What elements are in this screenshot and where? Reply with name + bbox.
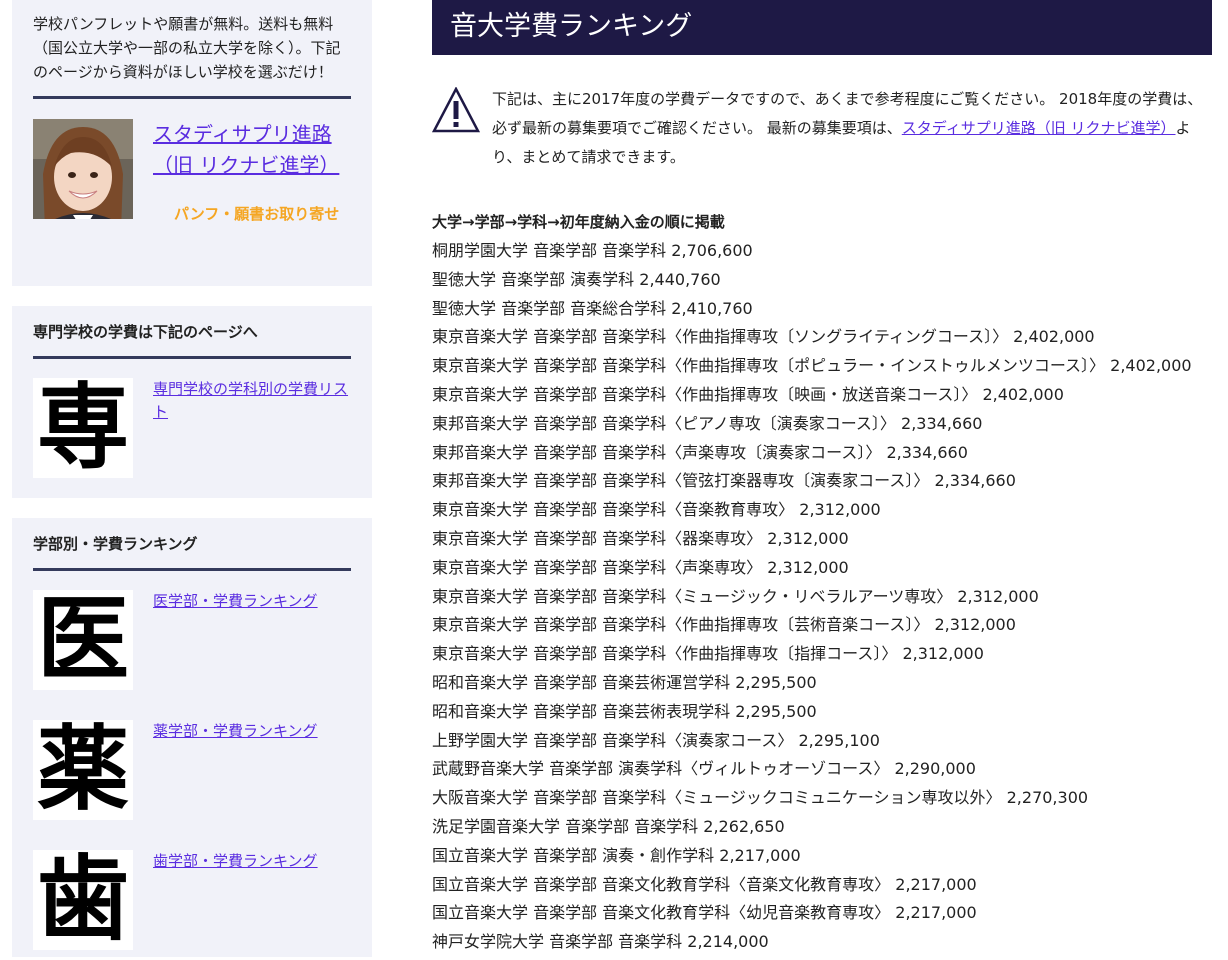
pharmacy-kanji-icon: 薬 [36, 720, 129, 820]
medical-ranking-link[interactable]: 医学部・学費ランキング [153, 590, 351, 613]
list-item: 昭和音楽大学 音楽学部 音楽芸術運営学科 2,295,500 [432, 672, 817, 692]
list-item: 東京音楽大学 音楽学部 音楽学科〈作曲指揮専攻〔指揮コース〕〉 2,312,00… [432, 644, 984, 664]
dental-icon[interactable]: 歯 [33, 850, 133, 950]
list-item: 東京音楽大学 音楽学部 音楽学科〈作曲指揮専攻〔芸術音楽コース〕〉 2,312,… [432, 615, 1016, 635]
vocational-fee-link[interactable]: 専門学校の学科別の学費リスト [153, 378, 351, 424]
promo-divider [33, 96, 351, 99]
vocational-box-title: 専門学校の学費は下記のページへ [33, 323, 258, 341]
ranking-divider [33, 568, 351, 571]
list-item: 国立音楽大学 音楽学部 音楽文化教育学科〈音楽文化教育専攻〉 2,217,000 [432, 874, 977, 894]
list-item: 東京音楽大学 音楽学部 音楽学科〈ミュージック・リベラルアーツ専攻〉 2,312… [432, 586, 1039, 606]
page-title: 音大学費ランキング [432, 0, 1212, 55]
medical-icon[interactable]: 医 [33, 590, 133, 690]
vocational-divider [33, 356, 351, 359]
list-item: 聖徳大学 音楽学部 音楽総合学科 2,410,760 [432, 298, 753, 318]
vocational-kanji-icon: 専 [36, 378, 129, 478]
list-item: 東邦音楽大学 音楽学部 音楽学科〈声楽専攻〔演奏家コース〕〉 2,334,660 [432, 442, 968, 462]
notice-text: 下記は、主に2017年度の学費データですので、あくまで参考程度にご覧ください。 … [492, 85, 1208, 172]
medical-kanji-icon: 医 [36, 590, 129, 690]
list-item: 東京音楽大学 音楽学部 音楽学科〈音楽教育専攻〉 2,312,000 [432, 500, 881, 520]
student-portrait-image [33, 119, 133, 219]
list-item: 洗足学園音楽大学 音楽学部 音楽学科 2,262,650 [432, 816, 785, 836]
list-item: 東京音楽大学 音楽学部 音楽学科〈作曲指揮専攻〔ソングライティングコース〕〉 2… [432, 327, 1095, 347]
notice-box: 下記は、主に2017年度の学費データですので、あくまで参考程度にご覧ください。 … [432, 85, 1212, 193]
list-item: 東京音楽大学 音楽学部 音楽学科〈作曲指揮専攻〔ポピュラー・インストゥルメンツコ… [432, 356, 1192, 376]
dental-ranking-link[interactable]: 歯学部・学費ランキング [153, 850, 351, 873]
student-photo[interactable] [33, 119, 133, 219]
vocational-box: 専門学校の学費は下記のページへ 専 専門学校の学科別の学費リスト [12, 306, 372, 498]
list-item: 東邦音楽大学 音楽学部 音楽学科〈ピアノ専攻〔演奏家コース〕〉 2,334,66… [432, 413, 983, 433]
list-item: 国立音楽大学 音楽学部 演奏・創作学科 2,217,000 [432, 845, 801, 865]
list-item: 上野学園大学 音楽学部 音楽学科〈演奏家コース〉 2,295,100 [432, 730, 880, 750]
pharmacy-icon[interactable]: 薬 [33, 720, 133, 820]
main-content: 音大学費ランキング 下記は、主に2017年度の学費データですので、あくまで参考程… [432, 0, 1212, 951]
list-item: 国立音楽大学 音楽学部 音楽文化教育学科〈幼児音楽教育専攻〉 2,217,000 [432, 903, 977, 923]
list-item: 大阪音楽大学 音楽学部 音楽学科〈ミュージックコミュニケーション専攻以外〉 2,… [432, 788, 1089, 808]
vocational-item: 専 専門学校の学科別の学費リスト [33, 378, 351, 490]
list-heading: 大学→学部→学科→初年度納入金の順に掲載 [432, 213, 725, 231]
ranking-item-pharmacy: 薬 薬学部・学費ランキング [33, 720, 351, 850]
dental-kanji-icon: 歯 [36, 850, 129, 950]
list-item: 神戸女学院大学 音楽学部 音楽学科 2,214,000 [432, 932, 769, 952]
list-item: 東京音楽大学 音楽学部 音楽学科〈作曲指揮専攻〔映画・放送音楽コース〕〉 2,4… [432, 384, 1064, 404]
warning-icon [432, 87, 480, 133]
list-item: 昭和音楽大学 音楽学部 音楽芸術表現学科 2,295,500 [432, 701, 817, 721]
vocational-icon[interactable]: 専 [33, 378, 133, 478]
list-item: 東京音楽大学 音楽学部 音楽学科〈器楽専攻〉 2,312,000 [432, 528, 849, 548]
notice-studysapuri-link[interactable]: スタディサプリ進路（旧 リクナビ進学） [902, 119, 1176, 137]
list-item: 桐朋学園大学 音楽学部 音楽学科 2,706,600 [432, 241, 753, 260]
list-item: 武蔵野音楽大学 音楽学部 演奏学科〈ヴィルトゥオーゾコース〉 2,290,000 [432, 759, 976, 779]
ranking-item-medical: 医 医学部・学費ランキング [33, 590, 351, 720]
list-item: 東京音楽大学 音楽学部 音楽学科〈声楽専攻〉 2,312,000 [432, 557, 849, 577]
pharmacy-ranking-link[interactable]: 薬学部・学費ランキング [153, 720, 351, 743]
ranking-box: 学部別・学費ランキング 医 医学部・学費ランキング 薬 薬学部・学費ランキング … [12, 518, 372, 957]
ranking-item-dental: 歯 歯学部・学費ランキング [33, 850, 351, 960]
promo-intro-text: 学校パンフレットや願書が無料。送料も無料（国公立大学や一部の私立大学を除く）。下… [33, 15, 341, 81]
promo-box: 学校パンフレットや願書が無料。送料も無料（国公立大学や一部の私立大学を除く）。下… [12, 0, 372, 286]
pamphlet-request-link[interactable]: パンフ・願書お取り寄せ [174, 203, 339, 224]
ranking-box-title: 学部別・学費ランキング [33, 535, 198, 553]
list-item: 聖徳大学 音楽学部 演奏学科 2,440,760 [432, 269, 721, 289]
promo-item: スタディサプリ進路（旧 リクナビ進学） パンフ・願書お取り寄せ [33, 119, 351, 231]
tuition-ranking-list: 桐朋学園大学 音楽学部 音楽学科 2,706,600 聖徳大学 音楽学部 演奏学… [432, 237, 1192, 957]
list-item: 東邦音楽大学 音楽学部 音楽学科〈管弦打楽器専攻〔演奏家コース〕〉 2,334,… [432, 471, 1016, 491]
studysapuri-link[interactable]: スタディサプリ進路（旧 リクナビ進学） [153, 119, 351, 181]
